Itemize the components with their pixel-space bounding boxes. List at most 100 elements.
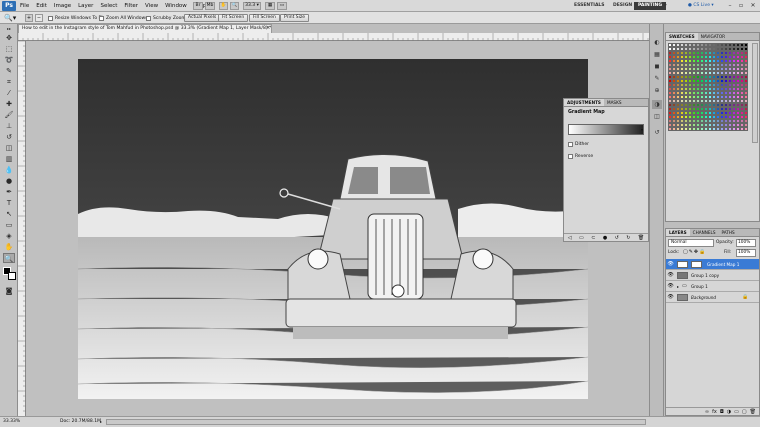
status-arrow-icon[interactable]: ▸	[100, 417, 102, 427]
zoom-level-dropdown[interactable]: 33.3 ▾	[243, 2, 261, 10]
tab-swatches[interactable]: SWATCHES	[666, 33, 698, 40]
layer-row-group-1[interactable]: 👁 ▸ ▭ Group 1	[666, 281, 759, 292]
eraser-tool-icon[interactable]: ◫	[3, 143, 15, 153]
gradient-dropdown-icon[interactable]: ▾	[641, 125, 645, 134]
reverse-checkbox[interactable]: Reverse	[568, 153, 593, 160]
previous-state-icon[interactable]: ↺	[615, 234, 619, 241]
history-panel-icon[interactable]: ↺	[652, 128, 662, 137]
bridge-icon[interactable]: Br	[193, 2, 203, 10]
brush-presets-icon[interactable]: ✎	[652, 74, 662, 83]
resize-windows-checkbox[interactable]: Resize Windows To Fit	[48, 15, 104, 22]
fill-field[interactable]: 100%	[736, 249, 756, 257]
menu-window[interactable]: Window	[165, 0, 187, 12]
menu-view[interactable]: View	[145, 0, 158, 12]
swatch-cell[interactable]	[744, 127, 748, 131]
swatches-scrollbar[interactable]	[752, 43, 758, 143]
cs-live-button[interactable]: ● CS Live ▾	[688, 2, 714, 10]
dodge-tool-icon[interactable]: ●	[3, 176, 15, 186]
masks-panel-icon[interactable]: ◫	[652, 112, 662, 121]
document-tab[interactable]: How to edit in the Instagram style of To…	[18, 24, 272, 33]
add-mask-icon[interactable]: ◘	[720, 408, 724, 415]
path-select-tool-icon[interactable]: ↖	[3, 209, 15, 219]
menu-edit[interactable]: Edit	[36, 0, 47, 12]
tab-paths[interactable]: PATHS	[719, 229, 738, 236]
scrubby-zoom-checkbox[interactable]: Scrubby Zoom	[146, 15, 186, 22]
arrange-documents-icon[interactable]: ▦	[265, 2, 275, 10]
maximize-icon[interactable]: ▫	[736, 1, 746, 10]
new-layer-icon[interactable]: ▢	[742, 408, 747, 415]
layer-row-background[interactable]: 👁 Background 🔒	[666, 292, 759, 303]
blur-tool-icon[interactable]: 💧	[3, 165, 15, 175]
shape-tool-icon[interactable]: ▭	[3, 220, 15, 230]
new-group-icon[interactable]: ▭	[734, 408, 739, 415]
layer-row-gradient-map[interactable]: 👁 Gradient Map 1	[666, 259, 759, 270]
expand-group-icon[interactable]: ▸	[677, 281, 679, 292]
menu-filter[interactable]: Filter	[124, 0, 138, 12]
eye-icon[interactable]: 👁	[667, 283, 674, 290]
workspace-painting[interactable]: PAINTING	[634, 2, 667, 10]
adjustments-panel-icon[interactable]: ◑	[652, 100, 662, 109]
zoom-out-icon[interactable]: −	[35, 14, 43, 22]
layer-style-icon[interactable]: fx	[712, 408, 717, 415]
eyedropper-tool-icon[interactable]: ⁄	[3, 88, 15, 98]
document-info[interactable]: Doc: 20.7M/88.1M	[60, 417, 101, 427]
hand-tool-icon[interactable]: ✋	[3, 242, 15, 252]
zoom-in-icon[interactable]: +	[25, 14, 33, 22]
gradient-tool-icon[interactable]: ▥	[3, 154, 15, 164]
workspace-essentials[interactable]: ESSENTIALS	[570, 2, 609, 10]
background-color-swatch[interactable]	[8, 272, 16, 280]
expand-view-icon[interactable]: ▭	[579, 234, 584, 241]
styles-panel-icon[interactable]: ◼	[652, 62, 662, 71]
quick-mask-icon[interactable]: ◙	[3, 286, 15, 296]
pen-tool-icon[interactable]: ✒	[3, 187, 15, 197]
visibility-icon[interactable]: ●	[603, 234, 607, 241]
fill-screen-button[interactable]: Fill Screen	[249, 14, 280, 22]
zoom-tool-active-icon[interactable]: 🔍	[3, 253, 15, 263]
minimize-icon[interactable]: –	[725, 1, 735, 10]
delete-layer-icon[interactable]: 🗑	[750, 408, 756, 415]
tab-adjustments[interactable]: ADJUSTMENTS	[564, 99, 604, 106]
close-document-icon[interactable]: ×	[266, 25, 272, 31]
actual-pixels-button[interactable]: Actual Pixels	[184, 14, 221, 22]
lasso-tool-icon[interactable]: ➰	[3, 55, 15, 65]
zoom-view-icon[interactable]: 🔍	[230, 2, 239, 10]
horizontal-scrollbar[interactable]	[106, 419, 646, 425]
dither-checkbox[interactable]: Dither	[568, 141, 589, 148]
crop-tool-icon[interactable]: ⌗	[3, 77, 15, 87]
swatches-panel-icon[interactable]: ▦	[652, 50, 662, 59]
clone-stamp-tool-icon[interactable]: ⊥	[3, 121, 15, 131]
tab-layers[interactable]: LAYERS	[666, 229, 690, 236]
close-app-icon[interactable]: ✕	[748, 1, 758, 10]
history-brush-tool-icon[interactable]: ↺	[3, 132, 15, 142]
eye-icon[interactable]: 👁	[667, 261, 674, 268]
move-tool-icon[interactable]: ✥	[3, 33, 15, 43]
screen-mode-icon[interactable]: ▭	[277, 2, 287, 10]
type-tool-icon[interactable]: T	[3, 198, 15, 208]
mini-bridge-icon[interactable]: Mb	[205, 2, 215, 10]
color-panel-icon[interactable]: ◐	[652, 38, 662, 47]
fit-screen-button[interactable]: Fit Screen	[218, 14, 249, 22]
zoom-all-checkbox[interactable]: Zoom All Windows	[99, 15, 148, 22]
print-size-button[interactable]: Print Size	[280, 14, 310, 22]
eye-icon[interactable]: 👁	[667, 272, 674, 279]
zoom-tool-icon[interactable]: 🔍▾	[4, 14, 16, 22]
gradient-map-preview[interactable]	[568, 124, 644, 135]
document-image[interactable]	[78, 59, 588, 399]
new-adjustment-icon[interactable]: ◑	[727, 408, 731, 415]
reset-icon[interactable]: ↻	[626, 234, 630, 241]
delete-adjustment-icon[interactable]: 🗑	[638, 234, 644, 241]
lock-icons[interactable]: ▢✎✥🔒	[683, 249, 706, 255]
3d-tool-icon[interactable]: ◈	[3, 231, 15, 241]
hand-icon[interactable]: ✋	[219, 2, 228, 10]
return-icon[interactable]: ◁	[568, 234, 572, 241]
healing-brush-tool-icon[interactable]: ✚	[3, 99, 15, 109]
menu-select[interactable]: Select	[100, 0, 117, 12]
clone-source-icon[interactable]: ⊕	[652, 86, 662, 95]
zoom-readout[interactable]: 33.33%	[3, 417, 20, 427]
tab-channels[interactable]: CHANNELS	[690, 229, 719, 236]
marquee-tool-icon[interactable]: ⬚	[3, 44, 15, 54]
tab-masks[interactable]: MASKS	[604, 99, 625, 106]
menu-layer[interactable]: Layer	[78, 0, 93, 12]
blend-mode-dropdown[interactable]: Normal	[668, 239, 714, 247]
quick-select-tool-icon[interactable]: ✎	[3, 66, 15, 76]
